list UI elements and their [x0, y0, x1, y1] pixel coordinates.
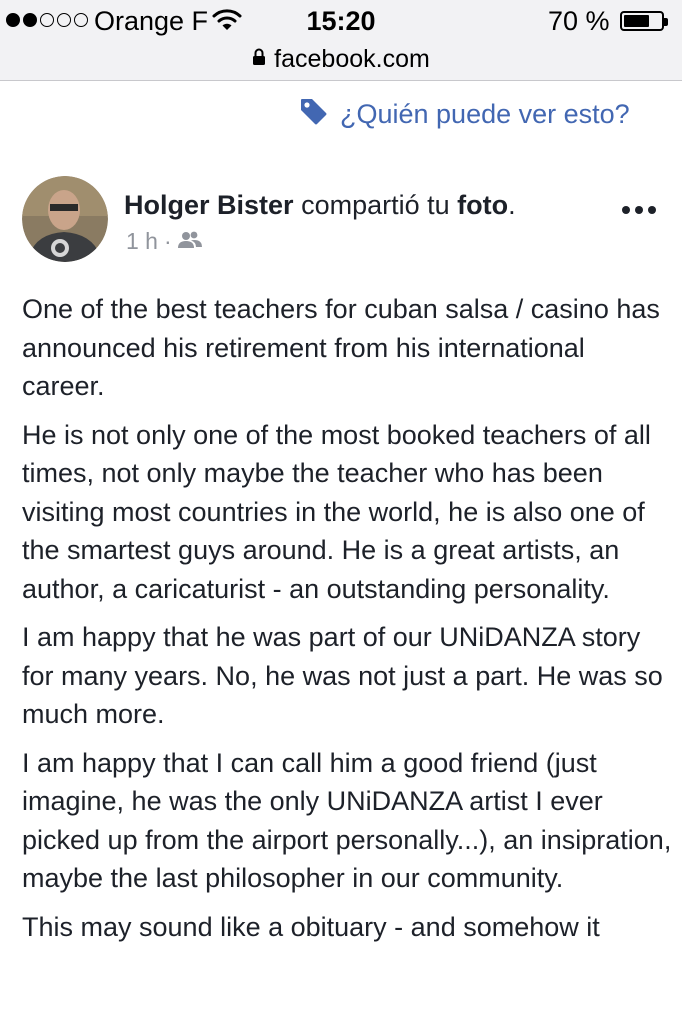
battery-level: [624, 15, 649, 27]
more-options-icon[interactable]: [622, 206, 656, 214]
post-paragraph: He is not only one of the most booked te…: [22, 419, 651, 604]
meta-separator: ·: [163, 228, 172, 254]
friends-icon[interactable]: [177, 228, 202, 255]
tag-icon: [298, 96, 328, 133]
author-action: compartió tu: [301, 190, 450, 220]
battery-percentage: 70 %: [548, 6, 610, 36]
shared-object-link[interactable]: foto: [457, 190, 508, 220]
post-paragraph: I am happy that he was part of our UNiDA…: [22, 622, 663, 729]
post-body: One of the best teachers for cuban salsa…: [22, 290, 672, 956]
url-text: facebook.com: [274, 44, 430, 73]
author-name[interactable]: Holger Bister: [124, 190, 294, 220]
author-line-period: .: [508, 190, 516, 220]
lock-icon: [252, 48, 266, 71]
post-paragraph: I am happy that I can call him a good fr…: [22, 747, 672, 894]
audience-link[interactable]: ¿Quién puede ver esto?: [298, 96, 630, 133]
post-author-line: Holger Bister compartió tu foto.: [124, 190, 516, 221]
status-bar: Orange F 15:20 70 %: [0, 0, 682, 44]
post-paragraph: This may sound like a obituary - and som…: [22, 911, 600, 942]
post-timestamp[interactable]: 1 h: [126, 228, 158, 255]
post-header: Holger Bister compartió tu foto. 1 h ·: [22, 176, 662, 266]
post-meta: 1 h ·: [126, 228, 202, 255]
avatar[interactable]: [22, 176, 108, 262]
audience-label: ¿Quién puede ver esto?: [340, 99, 630, 129]
address-bar[interactable]: facebook.com: [0, 44, 682, 74]
battery-icon: [620, 11, 668, 31]
browser-chrome: Orange F 15:20 70 % facebook.com: [0, 0, 682, 81]
post-paragraph: One of the best teachers for cuban salsa…: [22, 294, 660, 401]
